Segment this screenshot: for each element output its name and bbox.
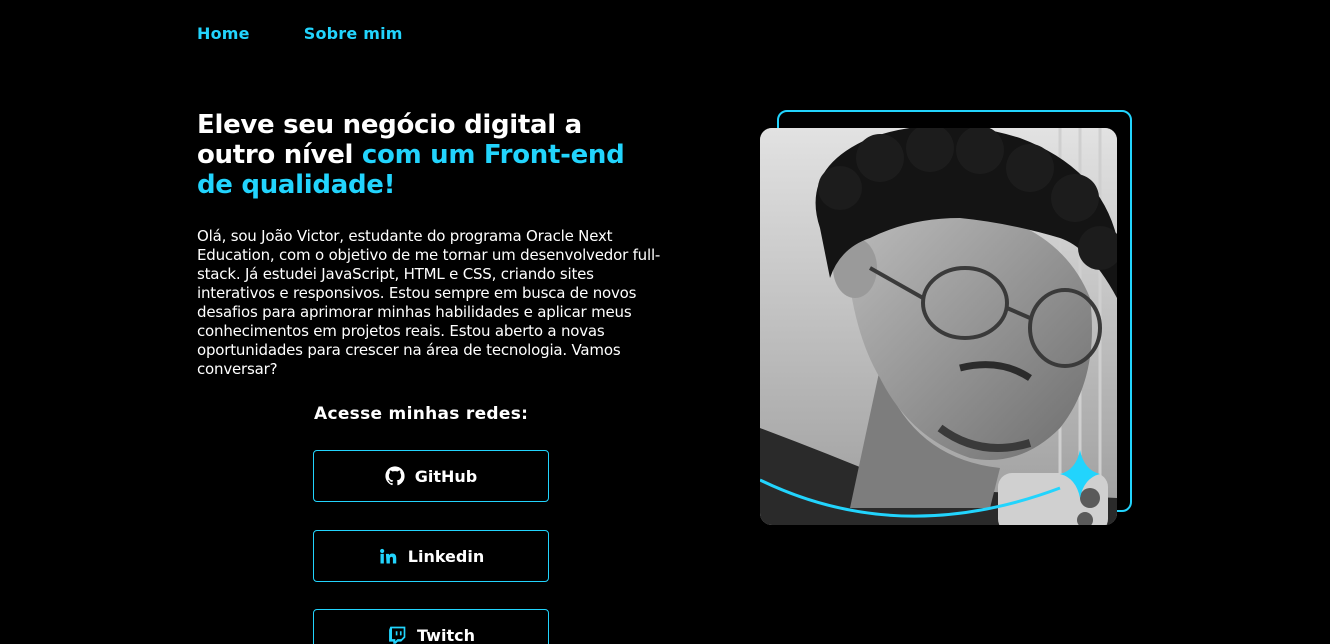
- socials-title: Acesse minhas redes:: [314, 404, 529, 424]
- linkedin-icon: [378, 546, 398, 566]
- portfolio-page: Home Sobre mim Eleve seu negócio digital…: [0, 0, 1330, 644]
- github-label: GitHub: [414, 466, 478, 486]
- linkedin-button[interactable]: Linkedin: [313, 530, 549, 582]
- top-nav: Home Sobre mim: [197, 24, 403, 43]
- github-button[interactable]: GitHub: [313, 450, 549, 502]
- github-icon: [385, 466, 405, 486]
- twitch-button[interactable]: Twitch: [313, 609, 549, 644]
- nav-link-home[interactable]: Home: [197, 24, 250, 43]
- twitch-icon: [387, 625, 407, 644]
- nav-link-sobre-mim[interactable]: Sobre mim: [304, 24, 403, 43]
- linkedin-label: Linkedin: [407, 546, 485, 566]
- hero-headline: Eleve seu negócio digital a outro nível …: [197, 110, 637, 200]
- twitch-label: Twitch: [417, 625, 475, 644]
- hero-bio: Olá, sou João Victor, estudante do progr…: [197, 227, 661, 378]
- profile-photo: [760, 128, 1117, 525]
